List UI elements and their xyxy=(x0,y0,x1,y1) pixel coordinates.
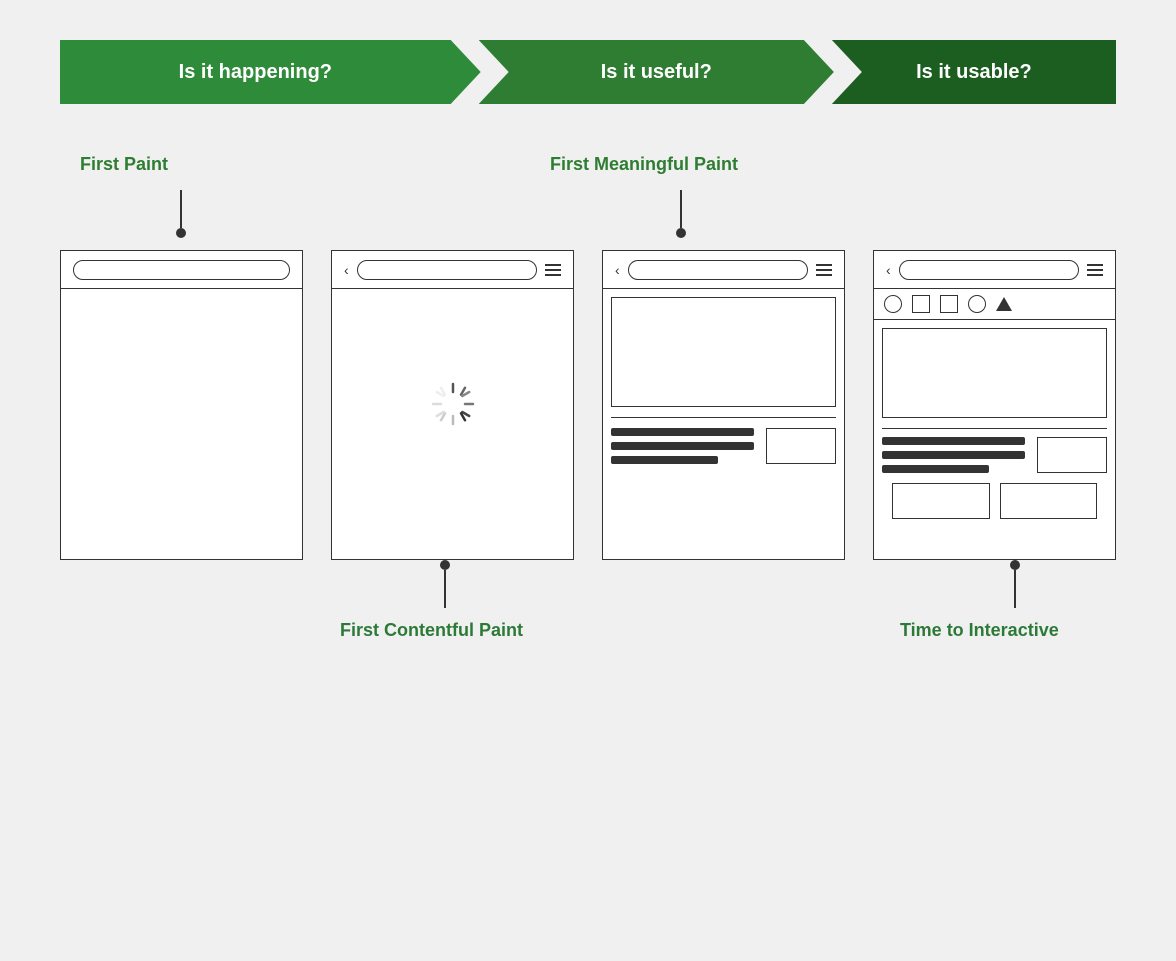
arrow-usable-label: Is it usable? xyxy=(916,61,1032,84)
hamburger-line-1 xyxy=(1087,264,1103,266)
connector-fcp xyxy=(440,560,450,608)
arrow-happening-label: Is it happening? xyxy=(179,61,332,84)
screen-1-searchbar xyxy=(73,260,290,280)
text-line-1 xyxy=(611,428,754,436)
screen-3-content xyxy=(611,417,836,464)
dot-fmp xyxy=(676,228,686,238)
screens-row: ‹ xyxy=(60,250,1116,560)
diagram-area: First Paint First Meaningful Paint xyxy=(60,154,1116,921)
screen-1-body xyxy=(61,289,302,519)
back-icon-2: ‹ xyxy=(344,262,349,278)
screen-2-header: ‹ xyxy=(332,251,573,289)
tab-icon-square-1 xyxy=(912,295,930,313)
screen-4-searchbar xyxy=(899,260,1079,280)
top-labels-row: First Paint First Meaningful Paint xyxy=(60,154,1116,190)
text-lines-4 xyxy=(882,437,1025,473)
label-first-meaningful-paint: First Meaningful Paint xyxy=(550,154,738,175)
arrow-useful: Is it useful? xyxy=(479,40,834,104)
hamburger-4 xyxy=(1087,264,1103,276)
hamburger-line-1 xyxy=(816,264,832,266)
text-line-2 xyxy=(611,442,754,450)
bottom-connectors xyxy=(60,560,1116,620)
screen-4-content xyxy=(882,428,1107,529)
tab-icon-triangle xyxy=(996,297,1012,311)
spinner-svg xyxy=(431,382,475,426)
screen-3-header: ‹ xyxy=(603,251,844,289)
loading-spinner xyxy=(431,382,475,426)
connector-tti xyxy=(1010,560,1020,608)
screen-4-header: ‹ xyxy=(874,251,1115,289)
banner: Is it happening? Is it useful? Is it usa… xyxy=(60,40,1116,104)
buttons-row-4 xyxy=(882,483,1107,529)
text-line-3 xyxy=(611,456,718,464)
dot-fcp xyxy=(440,560,450,570)
hamburger-line-3 xyxy=(545,274,561,276)
back-icon-3: ‹ xyxy=(615,262,620,278)
label-first-paint: First Paint xyxy=(80,154,168,175)
screen-wrapper-3: ‹ xyxy=(602,250,845,560)
screen-2: ‹ xyxy=(331,250,574,560)
text-line-4-1 xyxy=(882,437,1025,445)
arrow-happening: Is it happening? xyxy=(60,40,481,104)
screen-2-body xyxy=(332,289,573,519)
big-btn-4-1 xyxy=(892,483,990,519)
bottom-labels-row: First Contentful Paint Time to Interacti… xyxy=(60,620,1116,656)
big-btn-4-2 xyxy=(1000,483,1098,519)
screen-4-body xyxy=(874,320,1115,537)
screen-3-searchbar xyxy=(628,260,808,280)
hamburger-line-3 xyxy=(816,274,832,276)
line-fcp xyxy=(444,570,446,608)
screen-1-header xyxy=(61,251,302,289)
label-fcp: First Contentful Paint xyxy=(340,620,523,641)
tab-icon-circle-1 xyxy=(884,295,902,313)
text-line-4-3 xyxy=(882,465,989,473)
dot-tti xyxy=(1010,560,1020,570)
button-placeholder-4 xyxy=(1037,437,1107,473)
connector-fmp xyxy=(676,190,686,238)
screen-1 xyxy=(60,250,303,560)
connector-first-paint xyxy=(176,190,186,250)
line-fmp xyxy=(680,190,682,228)
back-icon-4: ‹ xyxy=(886,262,891,278)
screen-3-body xyxy=(603,289,844,472)
tab-icon-square-2 xyxy=(940,295,958,313)
line-fp xyxy=(180,190,182,228)
arrow-useful-label: Is it useful? xyxy=(601,61,712,84)
hamburger-line-3 xyxy=(1087,274,1103,276)
screen-4: ‹ xyxy=(873,250,1116,560)
content-row-3 xyxy=(611,428,836,464)
image-placeholder-4 xyxy=(882,328,1107,418)
arrow-usable: Is it usable? xyxy=(832,40,1116,104)
top-connectors xyxy=(60,190,1116,250)
tab-bar-4 xyxy=(874,289,1115,320)
tab-icon-circle-2 xyxy=(968,295,986,313)
text-lines-3 xyxy=(611,428,754,464)
dot-fp xyxy=(176,228,186,238)
button-placeholder-3 xyxy=(766,428,836,464)
hamburger-line-1 xyxy=(545,264,561,266)
hamburger-line-2 xyxy=(816,269,832,271)
screen-2-searchbar xyxy=(357,260,537,280)
screen-wrapper-1 xyxy=(60,250,303,560)
screen-3: ‹ xyxy=(602,250,845,560)
hamburger-line-2 xyxy=(1087,269,1103,271)
content-row-4 xyxy=(882,437,1107,473)
label-tti: Time to Interactive xyxy=(900,620,1059,641)
hamburger-line-2 xyxy=(545,269,561,271)
screen-wrapper-2: ‹ xyxy=(331,250,574,560)
image-placeholder-3 xyxy=(611,297,836,407)
hamburger-3 xyxy=(816,264,832,276)
screen-wrapper-4: ‹ xyxy=(873,250,1116,560)
text-line-4-2 xyxy=(882,451,1025,459)
line-tti xyxy=(1014,570,1016,608)
hamburger-2 xyxy=(545,264,561,276)
